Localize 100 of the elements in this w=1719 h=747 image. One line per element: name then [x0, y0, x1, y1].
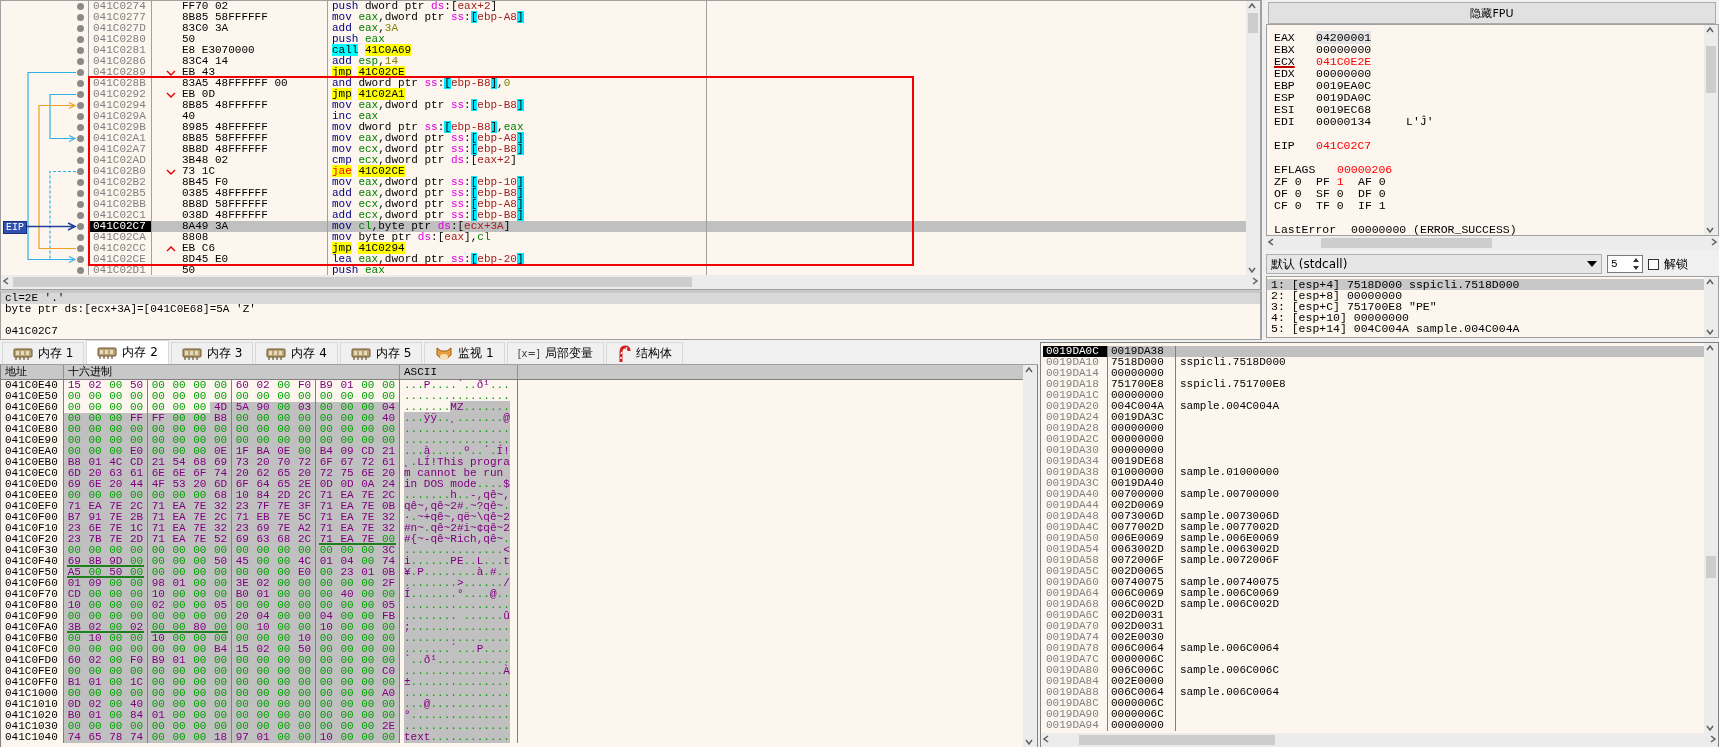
flag-value[interactable]: 0	[1294, 175, 1302, 188]
tab[interactable]: 内存 1	[2, 342, 85, 364]
register-value[interactable]: 00000134	[1316, 115, 1372, 128]
argument-row[interactable]: 2: [esp+8] 00000000	[1267, 290, 1704, 301]
breakpoint-dot-icon[interactable]	[77, 14, 84, 21]
tab[interactable]: 结构体	[605, 342, 683, 364]
stack-row[interactable]: 0019DA88 006C0064 sample.006C0064	[1043, 687, 1704, 698]
stack-row[interactable]: 0019DA68 006C002D sample.006C002D	[1043, 599, 1704, 610]
stack-row[interactable]: 0019DA70 002D0031	[1043, 621, 1704, 632]
tab[interactable]: [x=] 局部变量	[506, 342, 604, 364]
breakpoint-dot-icon[interactable]	[77, 3, 84, 10]
argument-row[interactable]: 5: [esp+14] 004C004A sample.004C004A	[1267, 323, 1704, 334]
breakpoint-dot-icon[interactable]	[77, 245, 84, 252]
breakpoint-dot-icon[interactable]	[77, 168, 84, 175]
scrollbar-thumb[interactable]	[1079, 735, 1275, 745]
stack-row[interactable]: 0019DA64 006C0069 sample.006C0069	[1043, 588, 1704, 599]
breakpoint-dot-icon[interactable]	[77, 124, 84, 131]
flag-value[interactable]: 0	[1378, 175, 1386, 188]
stack-row[interactable]: 0019DA90 0000006C	[1043, 709, 1704, 720]
breakpoint-dot-icon[interactable]	[77, 212, 84, 219]
breakpoint-dot-icon[interactable]	[77, 113, 84, 120]
register-value[interactable]: 0019DA0C	[1316, 91, 1372, 104]
flag-value[interactable]: 1	[1378, 199, 1386, 212]
flag-value[interactable]: 0	[1336, 199, 1344, 212]
stack-row[interactable]: 0019DA58 0072006F sample.0072006F	[1043, 555, 1704, 566]
breakpoint-dot-icon[interactable]	[77, 146, 84, 153]
register-value[interactable]: 0019EC68	[1316, 103, 1372, 116]
scrollbar[interactable]	[1704, 343, 1718, 733]
flag-value[interactable]: 1	[1336, 175, 1344, 188]
stack-row[interactable]: 0019DA28 00000000	[1043, 423, 1704, 434]
stack-row[interactable]: 0019DA2C 00000000	[1043, 434, 1704, 445]
register-value[interactable]: 00000000	[1316, 67, 1372, 80]
tab[interactable]: 内存 3	[170, 342, 254, 364]
register-value[interactable]: 00000000	[1316, 43, 1372, 56]
register-value[interactable]: 0019EA0C	[1316, 79, 1372, 92]
convention-dropdown[interactable]: 默认 (stdcall)	[1266, 254, 1602, 274]
stack-row[interactable]: 0019DA34 0019DE68	[1043, 456, 1704, 467]
scrollbar[interactable]	[1704, 277, 1718, 337]
register-value[interactable]: 041C0E2E	[1316, 55, 1372, 68]
stack-row[interactable]: 0019DA78 006C0064 sample.006C0064	[1043, 643, 1704, 654]
stack-row[interactable]: 0019DA94 00000000	[1043, 720, 1704, 731]
breakpoint-dot-icon[interactable]	[77, 234, 84, 241]
stack-row[interactable]: 0019DA24 0019DA3C	[1043, 412, 1704, 423]
breakpoint-dot-icon[interactable]	[77, 69, 84, 76]
breakpoint-dot-icon[interactable]	[77, 58, 84, 65]
scrollbar[interactable]	[1, 275, 1260, 289]
hide-fpu-button[interactable]: 隐藏FPU	[1268, 2, 1716, 24]
stack-row[interactable]: 0019DA6C 002D0031	[1043, 610, 1704, 621]
tab[interactable]: 内存 5	[339, 342, 423, 364]
stack-row[interactable]: 0019DA1C 00000000	[1043, 390, 1704, 401]
stack-row[interactable]: 0019DA74 002E0030	[1043, 632, 1704, 643]
stack-row[interactable]: 0019DA18 751700E8 sspicli.751700E8	[1043, 379, 1704, 390]
stack-row[interactable]: 0019DA4C 0077002D sample.0077002D	[1043, 522, 1704, 533]
stack-row[interactable]: 0019DA0C 0019DA38	[1043, 346, 1704, 357]
argument-count-spinbox[interactable]: 5	[1607, 255, 1643, 273]
breakpoint-dot-icon[interactable]	[77, 190, 84, 197]
breakpoint-dot-icon[interactable]	[77, 25, 84, 32]
scrollbar[interactable]	[1246, 1, 1260, 275]
breakpoint-dot-icon[interactable]	[77, 135, 84, 142]
breakpoint-dot-icon[interactable]	[77, 102, 84, 109]
scrollbar-thumb[interactable]	[1706, 46, 1716, 93]
tab[interactable]: 内存 2	[86, 340, 169, 364]
flag-value[interactable]: 0	[1294, 187, 1302, 200]
stack-row[interactable]: 0019DA48 0073006D sample.0073006D	[1043, 511, 1704, 522]
scrollbar[interactable]	[1041, 733, 1718, 747]
unlock-checkbox[interactable]	[1648, 258, 1659, 270]
register-value[interactable]: 04200001	[1316, 31, 1372, 44]
argument-row[interactable]: 3: [esp+C] 751700E8 "PE"	[1267, 301, 1704, 312]
breakpoint-dot-icon[interactable]	[77, 47, 84, 54]
scrollbar[interactable]	[1704, 25, 1718, 235]
flag-value[interactable]: 0	[1336, 187, 1344, 200]
stack-row[interactable]: 0019DA10 7518D000 sspicli.7518D000	[1043, 357, 1704, 368]
scrollbar-thumb[interactable]	[1706, 556, 1716, 579]
scrollbar-thumb[interactable]	[13, 277, 693, 287]
tab[interactable]: 监视 1	[424, 342, 505, 364]
stack-row[interactable]: 0019DA40 00700000 sample.00700000	[1043, 489, 1704, 500]
stack-row[interactable]: 0019DA8C 0000006C	[1043, 698, 1704, 709]
breakpoint-dot-icon[interactable]	[77, 223, 84, 230]
stack-row[interactable]: 0019DA14 00000000	[1043, 368, 1704, 379]
stack-row[interactable]: 0019DA80 006C006C sample.006C006C	[1043, 665, 1704, 676]
argument-row[interactable]: 4: [esp+10] 00000000	[1267, 312, 1704, 323]
column-header[interactable]: 地址	[1, 365, 64, 379]
stack-row[interactable]: 0019DA5C 002D0065	[1043, 566, 1704, 577]
register-value[interactable]: 00000206	[1337, 164, 1704, 176]
breakpoint-dot-icon[interactable]	[77, 36, 84, 43]
breakpoint-dot-icon[interactable]	[77, 256, 84, 263]
column-header[interactable]: 十六进制	[64, 365, 400, 379]
column-header[interactable]: ASCII	[400, 365, 518, 379]
argument-row[interactable]: 1: [esp+4] 7518D000 sspicli.7518D000	[1267, 279, 1704, 290]
stack-row[interactable]: 0019DA60 00740075 sample.00740075	[1043, 577, 1704, 588]
register-value[interactable]: 041C02C7	[1316, 140, 1406, 152]
spin-arrows-icon[interactable]	[1630, 256, 1642, 272]
breakpoint-dot-icon[interactable]	[77, 157, 84, 164]
stack-row[interactable]: 0019DA50 006E0069 sample.006E0069	[1043, 533, 1704, 544]
breakpoint-dot-icon[interactable]	[77, 201, 84, 208]
breakpoint-dot-icon[interactable]	[77, 179, 84, 186]
stack-row[interactable]: 0019DA44 002D0069	[1043, 500, 1704, 511]
breakpoint-dot-icon[interactable]	[77, 267, 84, 274]
scrollbar-thumb[interactable]	[1248, 13, 1258, 33]
scrollbar[interactable]	[1266, 236, 1719, 250]
